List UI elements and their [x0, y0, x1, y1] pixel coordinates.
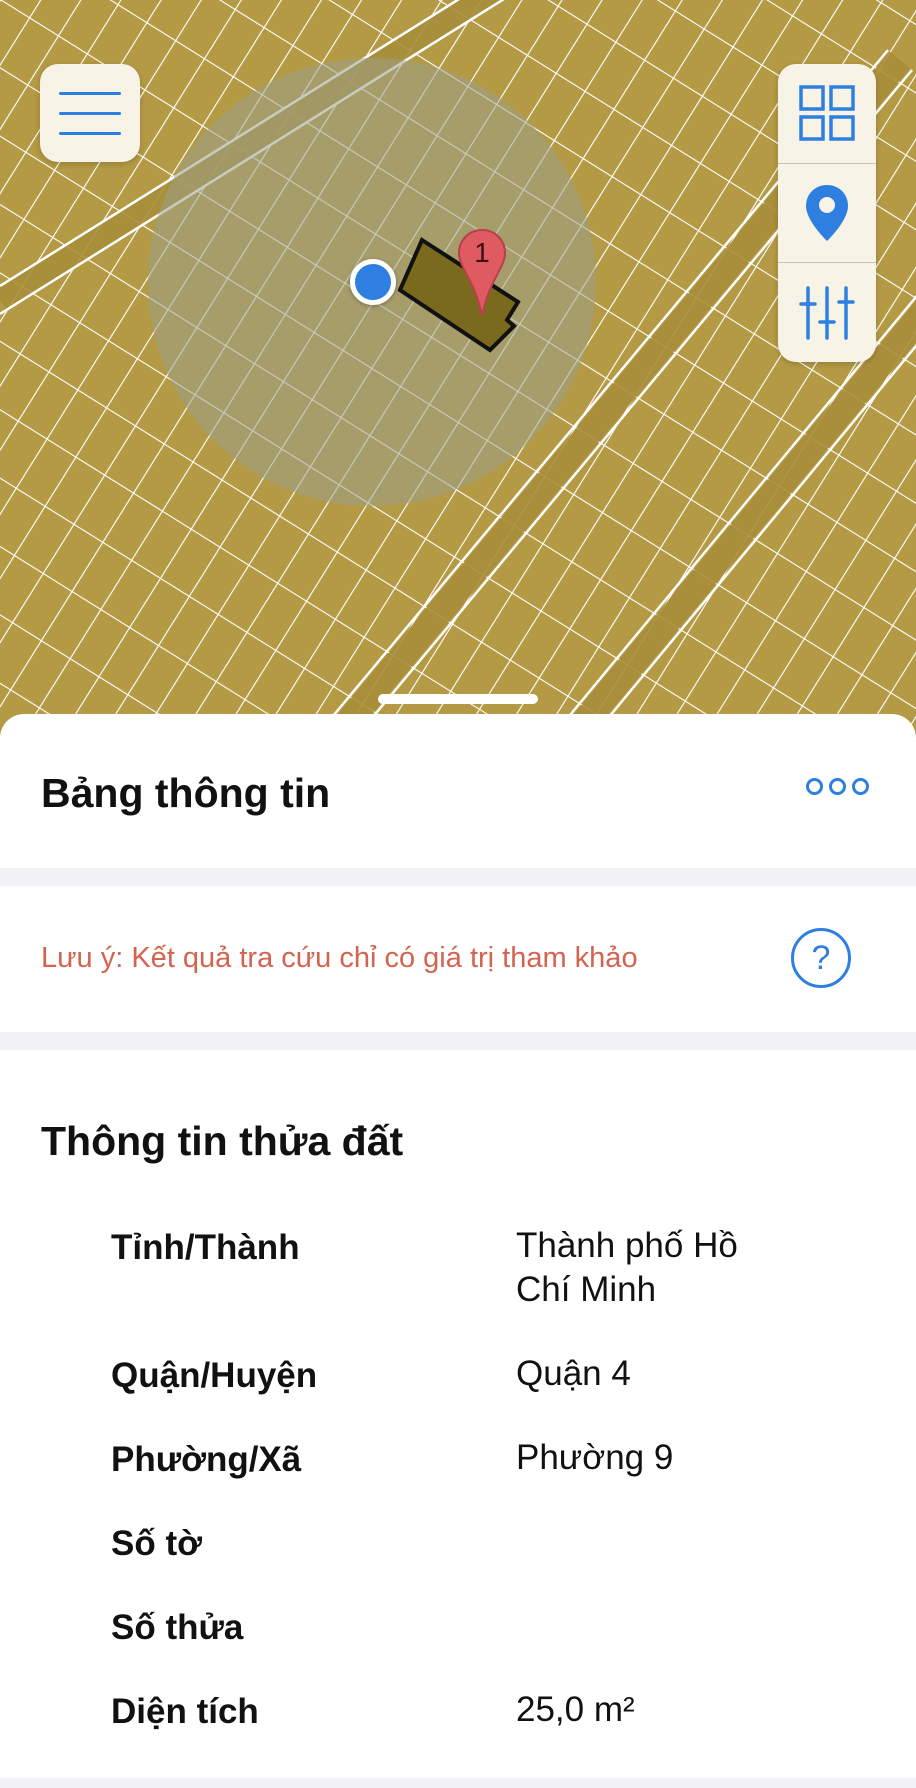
row-value: Quận 4 [516, 1354, 631, 1393]
help-button[interactable]: ? [791, 928, 851, 988]
row-value: Thành phố Hồ Chí Minh [516, 1226, 738, 1309]
current-location-dot [350, 259, 396, 305]
home-indicator [378, 694, 538, 704]
hamburger-icon [59, 91, 121, 135]
row-value: Phường 9 [516, 1438, 674, 1477]
row-label: Diện tích [111, 1692, 259, 1731]
disclaimer-text: Lưu ý: Kết quả tra cứu chỉ có giá trị th… [41, 942, 638, 974]
info-sheet-header[interactable]: Bảng thông tin [0, 714, 916, 868]
row-label: Tỉnh/Thành [111, 1228, 300, 1267]
sliders-icon [799, 285, 855, 340]
question-icon: ? [811, 938, 831, 977]
row-label: Quận/Huyện [111, 1356, 318, 1395]
filter-button[interactable] [778, 263, 876, 362]
more-options-button[interactable] [806, 778, 869, 795]
map-tools [778, 64, 876, 362]
grid-icon [799, 85, 855, 142]
marker-number: 1 [474, 237, 490, 268]
menu-button[interactable] [40, 64, 140, 162]
cadastral-map[interactable]: 1 [0, 0, 916, 740]
row-label: Phường/Xã [111, 1440, 302, 1479]
parcel-marker[interactable]: 1 [457, 228, 507, 318]
row-label: Số thửa [111, 1608, 244, 1647]
row-value: 25,0 m² [516, 1690, 635, 1729]
row-label: Số tờ [111, 1524, 202, 1563]
layers-button[interactable] [778, 64, 876, 164]
disclaimer-notice: Lưu ý: Kết quả tra cứu chỉ có giá trị th… [0, 886, 916, 1032]
section-title: Thông tin thửa đất [41, 1118, 404, 1164]
location-pin-icon [806, 185, 848, 241]
parcel-info-section: Thông tin thửa đất Tỉnh/Thành Thành phố … [0, 1050, 916, 1778]
more-dots-icon [806, 778, 869, 795]
sheet-title: Bảng thông tin [41, 770, 331, 816]
locate-button[interactable] [778, 164, 876, 264]
